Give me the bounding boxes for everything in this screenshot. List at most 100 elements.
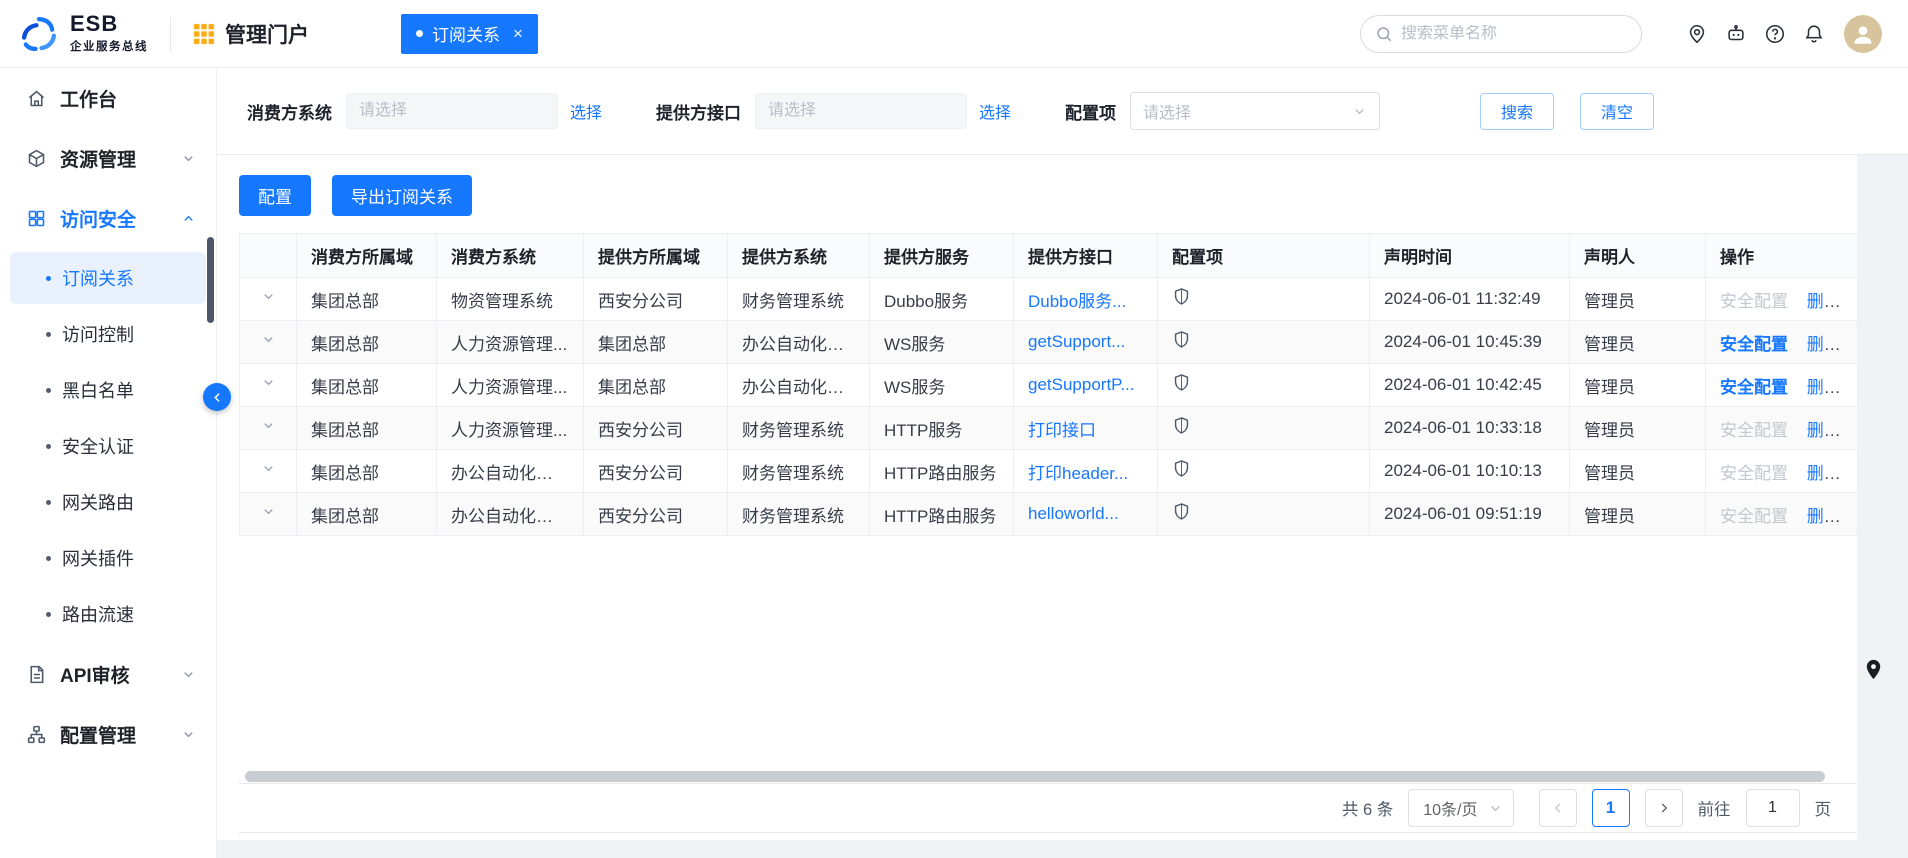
clear-button[interactable]: 清空 [1580, 93, 1654, 130]
sidebar-item-workbench[interactable]: 工作台 [0, 68, 216, 128]
table-row[interactable]: 集团总部 办公自动化系统 西安分公司 财务管理系统 HTTP路由服务 hello… [240, 493, 1858, 536]
prev-page-button[interactable] [1539, 789, 1577, 827]
portal-switcher[interactable]: 管理门户 [193, 19, 309, 49]
toolbar: 配置 导出订阅关系 [239, 155, 1857, 233]
tab-subscription-relations[interactable]: 订阅关系 × [401, 14, 538, 54]
menu-search[interactable] [1360, 15, 1642, 53]
config-button[interactable]: 配置 [239, 175, 311, 216]
sidebar-item-label: API审核 [60, 661, 130, 688]
provider-interface-link[interactable]: helloworld... [1028, 504, 1119, 523]
export-subscriptions-button[interactable]: 导出订阅关系 [332, 175, 472, 216]
goto-label: 前往 [1698, 796, 1731, 820]
security-config-link[interactable]: 安全配置 [1720, 464, 1788, 483]
sidebar-scrollbar-thumb[interactable] [207, 237, 214, 323]
sidebar-subitem-security-auth[interactable]: 安全认证 [10, 420, 206, 472]
row-expand-icon[interactable] [261, 375, 276, 390]
delete-link[interactable]: 删除 [1807, 464, 1841, 483]
consumer-system-select-link[interactable]: 选择 [570, 99, 602, 123]
sidebar-subitem-route-flow[interactable]: 路由流速 [10, 588, 206, 640]
column-header: 提供方接口 [1014, 234, 1158, 278]
cell-operations: 安全配置 删除 [1706, 278, 1858, 321]
shield-icon[interactable] [1172, 502, 1191, 521]
table-row[interactable]: 集团总部 人力资源管理... 集团总部 办公自动化系统 WS服务 getSupp… [240, 364, 1858, 407]
provider-interface-link[interactable]: getSupportP... [1028, 375, 1135, 394]
column-header: 消费方系统 [437, 234, 584, 278]
delete-link[interactable]: 删除 [1807, 378, 1841, 397]
delete-link[interactable]: 删除 [1807, 292, 1841, 311]
cell-declarer: 管理员 [1570, 450, 1706, 493]
sidebar-subitem-access-control[interactable]: 访问控制 [10, 308, 206, 360]
current-page-button[interactable]: 1 [1592, 789, 1630, 827]
security-config-link[interactable]: 安全配置 [1720, 507, 1788, 526]
row-expand-icon[interactable] [261, 418, 276, 433]
row-expand-icon[interactable] [261, 332, 276, 347]
table-row[interactable]: 集团总部 人力资源管理... 集团总部 办公自动化系统 WS服务 getSupp… [240, 321, 1858, 364]
sidebar-item-access-security[interactable]: 访问安全 [0, 188, 216, 248]
location-icon[interactable] [1685, 22, 1709, 46]
user-avatar[interactable] [1844, 15, 1882, 53]
provider-interface-select-link[interactable]: 选择 [979, 99, 1011, 123]
sidebar-subitem-gateway-route[interactable]: 网关路由 [10, 476, 206, 528]
esb-logo-icon [18, 13, 60, 55]
cell-provider-interface: 打印接口 [1014, 407, 1158, 450]
sidebar-subitem-gateway-plugin[interactable]: 网关插件 [10, 532, 206, 584]
esb-logo: ESB 企业服务总线 [18, 13, 148, 55]
cell-provider-system: 财务管理系统 [728, 450, 870, 493]
shield-icon[interactable] [1172, 287, 1191, 306]
menu-search-input[interactable] [1401, 25, 1627, 43]
row-expand-icon[interactable] [261, 504, 276, 519]
delete-link[interactable]: 删除 [1807, 507, 1841, 526]
provider-interface-link[interactable]: Dubbo服务... [1028, 292, 1126, 311]
search-button[interactable]: 搜索 [1480, 93, 1554, 130]
column-header: 配置项 [1158, 234, 1370, 278]
cell-expand [240, 278, 297, 321]
column-header: 声明人 [1570, 234, 1706, 278]
security-config-link[interactable]: 安全配置 [1720, 292, 1788, 311]
shield-icon[interactable] [1172, 416, 1191, 435]
sidebar-subitem-subscription-relations[interactable]: 订阅关系 [10, 252, 206, 304]
sidebar-item-api-audit[interactable]: API审核 [0, 644, 216, 704]
shield-icon[interactable] [1172, 373, 1191, 392]
security-config-link[interactable]: 安全配置 [1720, 335, 1788, 354]
shield-icon[interactable] [1172, 459, 1191, 478]
subitem-label: 路由流速 [62, 601, 134, 627]
cell-provider-interface: getSupportP... [1014, 364, 1158, 407]
scrollbar-thumb[interactable] [245, 771, 1825, 782]
bullet-icon [46, 388, 51, 393]
goto-page-input[interactable] [1746, 789, 1800, 827]
app-header: ESB 企业服务总线 管理门户 订阅关系 × [0, 0, 1908, 68]
page-size-select[interactable]: 10条/页 [1408, 789, 1513, 827]
ai-assistant-icon[interactable] [1724, 22, 1748, 46]
provider-interface-link[interactable]: 打印接口 [1028, 421, 1096, 440]
sidebar-item-resources[interactable]: 资源管理 [0, 128, 216, 188]
next-page-button[interactable] [1645, 789, 1683, 827]
shield-icon[interactable] [1172, 330, 1191, 349]
config-item-select[interactable]: 请选择 [1130, 92, 1380, 130]
cell-provider-domain: 西安分公司 [584, 493, 728, 536]
delete-link[interactable]: 删除 [1807, 335, 1841, 354]
cell-declare-time: 2024-06-01 09:51:19 [1370, 493, 1570, 536]
consumer-system-input[interactable] [346, 93, 558, 129]
subscriptions-table: 消费方所属域 消费方系统 提供方所属域 提供方系统 提供方服务 提供方接口 配置… [239, 233, 1858, 536]
bullet-icon [46, 500, 51, 505]
sidebar-subitem-black-white-list[interactable]: 黑白名单 [10, 364, 206, 416]
security-config-link[interactable]: 安全配置 [1720, 378, 1788, 397]
row-expand-icon[interactable] [261, 289, 276, 304]
sidebar-item-config-management[interactable]: 配置管理 [0, 704, 216, 764]
horizontal-scrollbar[interactable] [239, 770, 1857, 783]
row-expand-icon[interactable] [261, 461, 276, 476]
table-row[interactable]: 集团总部 物资管理系统 西安分公司 财务管理系统 Dubbo服务 Dubbo服务… [240, 278, 1858, 321]
provider-interface-link[interactable]: 打印header... [1028, 464, 1128, 483]
chevron-right-icon [1656, 800, 1672, 816]
table-row[interactable]: 集团总部 人力资源管理... 西安分公司 财务管理系统 HTTP服务 打印接口 … [240, 407, 1858, 450]
delete-link[interactable]: 删除 [1807, 421, 1841, 440]
sidebar-collapse-button[interactable] [203, 383, 231, 411]
table-row[interactable]: 集团总部 办公自动化系统 西安分公司 财务管理系统 HTTP路由服务 打印hea… [240, 450, 1858, 493]
cell-provider-service: WS服务 [870, 321, 1014, 364]
provider-interface-link[interactable]: getSupport... [1028, 332, 1125, 351]
tab-close-icon[interactable]: × [513, 24, 523, 44]
notification-bell-icon[interactable] [1802, 22, 1826, 46]
security-config-link[interactable]: 安全配置 [1720, 421, 1788, 440]
provider-interface-input[interactable] [755, 93, 967, 129]
help-icon[interactable] [1763, 22, 1787, 46]
